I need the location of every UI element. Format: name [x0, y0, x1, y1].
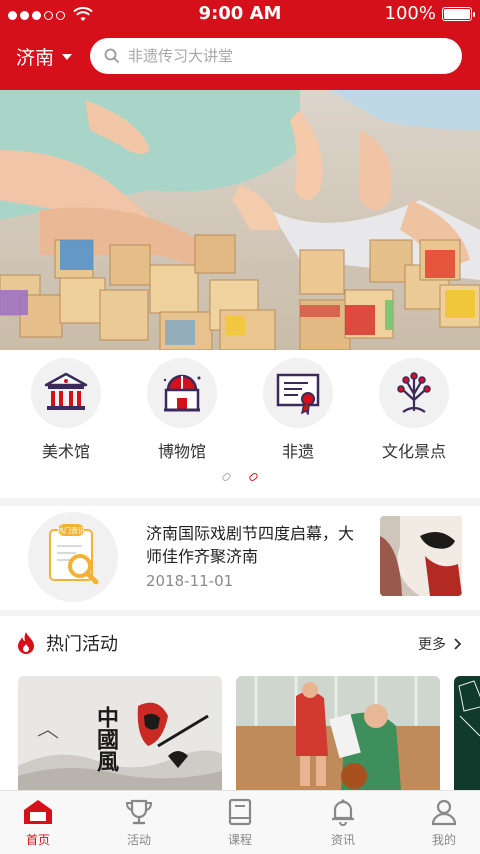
page-dot-active[interactable] — [248, 471, 259, 483]
news-date: 2018-11-01 — [146, 572, 234, 590]
banner-photo — [0, 90, 480, 350]
scenic-tree-icon — [397, 372, 431, 413]
hot-news-icon: 热门资讯 — [49, 524, 99, 585]
category-grid: 美术馆 博物馆 非遗 文化景点 — [0, 350, 480, 498]
tab-courses[interactable]: 课程 — [192, 797, 288, 848]
tab-label: 活动 — [126, 833, 151, 847]
bottom-tab-bar: 首页 活动 课程 资讯 我的 — [0, 790, 480, 854]
category-label: 非遗 — [281, 442, 314, 461]
art-gallery-icon — [44, 372, 88, 410]
banner-image[interactable] — [0, 90, 480, 350]
category-heritage[interactable]: 非遗 — [248, 358, 348, 462]
tab-label: 我的 — [431, 833, 456, 847]
tab-news[interactable]: 资讯 — [295, 797, 391, 848]
more-link[interactable]: 更多 — [418, 634, 462, 654]
category-label: 文化景点 — [381, 442, 446, 461]
category-art-gallery[interactable]: 美术馆 — [16, 358, 116, 462]
certificate-icon — [276, 373, 320, 415]
activity-card[interactable]: 中國風 — [18, 676, 222, 790]
museum-icon — [163, 374, 201, 412]
tab-me[interactable]: 我的 — [396, 797, 480, 848]
category-label: 美术馆 — [41, 442, 90, 461]
opera-mask-image — [380, 516, 462, 596]
page-indicator — [0, 471, 480, 483]
news-title[interactable]: 济南国际戏剧节四度启幕，大师佳作齐聚济南 — [146, 522, 364, 568]
news-item[interactable]: 热门资讯 济南国际戏剧节四度启幕，大师佳作齐聚济南 2018-11-01 — [0, 506, 480, 610]
tab-activities[interactable]: 活动 — [91, 797, 187, 848]
battery-percent: 100% — [384, 3, 436, 24]
home-icon — [24, 800, 52, 824]
category-label: 博物馆 — [157, 442, 206, 461]
book-icon — [228, 798, 252, 826]
chinese-style-poster-image: 中國風 — [18, 676, 222, 790]
activity-carousel[interactable]: 中國風 — [18, 676, 480, 790]
tab-home[interactable]: 首页 — [0, 797, 86, 848]
chalkboard-image — [454, 676, 480, 790]
search-input[interactable] — [128, 47, 428, 65]
chevron-right-icon — [454, 638, 462, 650]
search-bar[interactable] — [90, 38, 462, 74]
more-label: 更多 — [418, 637, 446, 653]
basketball-court-image — [236, 676, 440, 790]
caret-down-icon — [62, 53, 73, 60]
user-icon — [431, 799, 457, 826]
activity-card[interactable] — [236, 676, 440, 790]
page-dot[interactable] — [221, 471, 232, 483]
category-scenic[interactable]: 文化景点 — [364, 358, 464, 462]
poster-title-text: 中國風 — [93, 706, 119, 773]
bell-icon — [332, 799, 354, 826]
city-label: 济南 — [16, 47, 55, 69]
battery-icon — [442, 6, 475, 21]
city-selector[interactable]: 济南 — [16, 43, 73, 70]
activity-card[interactable] — [454, 676, 480, 790]
section-title: 热门活动 — [46, 634, 118, 655]
hot-news-badge-text: 热门资讯 — [57, 526, 85, 535]
tab-label: 首页 — [25, 833, 50, 847]
tab-label: 资讯 — [330, 833, 355, 847]
news-thumbnail[interactable] — [380, 516, 462, 596]
hot-news-badge: 热门资讯 — [28, 512, 118, 602]
hot-activities-section: 热门活动 更多 中國風 — [0, 616, 480, 790]
search-icon — [104, 48, 120, 64]
tab-label: 课程 — [227, 833, 252, 847]
category-museum[interactable]: 博物馆 — [132, 358, 232, 462]
flame-icon — [18, 632, 34, 654]
status-bar: 9:00 AM 100% — [0, 0, 480, 28]
trophy-icon — [125, 799, 153, 825]
app-header: 济南 — [0, 28, 480, 90]
